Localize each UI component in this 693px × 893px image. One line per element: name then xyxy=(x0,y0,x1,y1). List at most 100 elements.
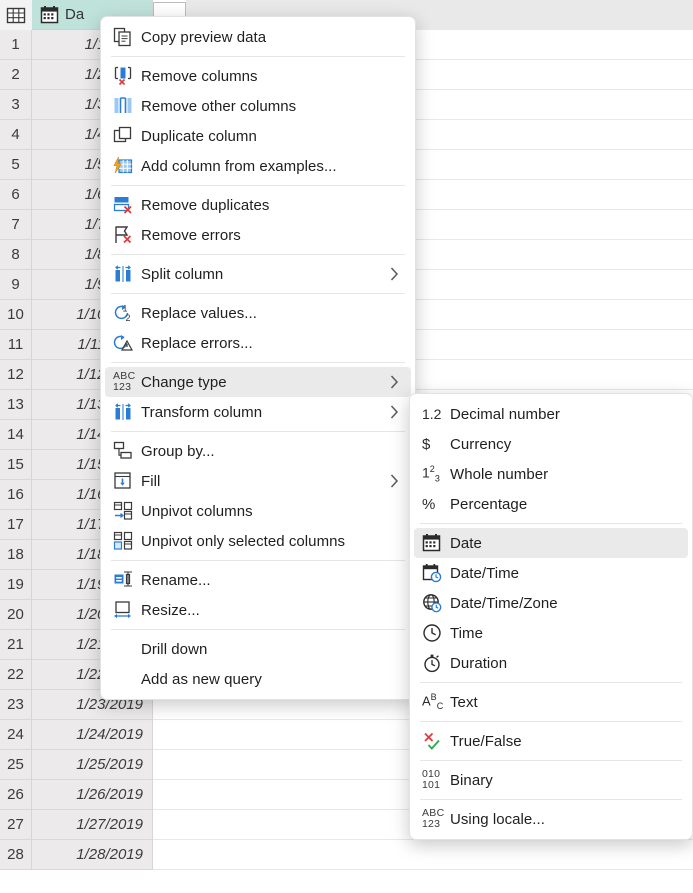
table-row[interactable]: 281/28/2019 xyxy=(0,840,693,870)
menu-item-label: Duplicate column xyxy=(141,128,257,145)
type-item-time[interactable]: Time xyxy=(414,618,688,648)
menu-item-change-type[interactable]: ABC123Change type xyxy=(105,367,411,397)
menu-item-remove-duplicates[interactable]: Remove duplicates xyxy=(105,190,411,220)
group-by-icon xyxy=(113,440,141,462)
row-number: 16 xyxy=(0,480,32,510)
menu-separator xyxy=(111,254,405,255)
row-number: 25 xyxy=(0,750,32,780)
remove-other-columns-icon xyxy=(113,95,141,117)
cell-date[interactable]: 1/25/2019 xyxy=(32,750,153,780)
type-item-date-time[interactable]: Date/Time xyxy=(414,558,688,588)
type-item-true-false[interactable]: True/False xyxy=(414,726,688,756)
menu-item-label: Decimal number xyxy=(450,406,560,423)
text-abc-icon: ABC xyxy=(422,691,450,713)
svg-text:2: 2 xyxy=(126,313,131,323)
cell-date[interactable]: 1/24/2019 xyxy=(32,720,153,750)
type-item-date-time-zone[interactable]: Date/Time/Zone xyxy=(414,588,688,618)
menu-item-unpivot-only-selected-columns[interactable]: Unpivot only selected columns xyxy=(105,526,411,556)
menu-item-remove-other-columns[interactable]: Remove other columns xyxy=(105,91,411,121)
menu-item-label: Whole number xyxy=(450,466,548,483)
type-item-date[interactable]: Date xyxy=(414,528,688,558)
date-time-zone-icon xyxy=(422,592,450,614)
menu-separator xyxy=(420,721,682,722)
menu-item-label: Remove columns xyxy=(141,68,258,85)
rename-icon xyxy=(113,569,141,591)
menu-item-label: Split column xyxy=(141,266,223,283)
resize-icon xyxy=(113,599,141,621)
menu-item-label: Text xyxy=(450,694,478,711)
cell-date[interactable]: 1/27/2019 xyxy=(32,810,153,840)
currency-icon: $ xyxy=(422,433,450,455)
true-false-icon xyxy=(422,730,450,752)
menu-separator xyxy=(111,185,405,186)
menu-item-transform-column[interactable]: Transform column xyxy=(105,397,411,427)
svg-text:1: 1 xyxy=(123,304,128,314)
date-time-icon xyxy=(422,562,450,584)
duplicate-column-icon xyxy=(113,125,141,147)
row-number: 7 xyxy=(0,210,32,240)
menu-item-add-column-from-examples[interactable]: Add column from examples... xyxy=(105,151,411,181)
menu-item-drill-down[interactable]: Drill down xyxy=(105,634,411,664)
duration-icon xyxy=(422,652,450,674)
menu-item-resize[interactable]: Resize... xyxy=(105,595,411,625)
menu-item-unpivot-columns[interactable]: Unpivot columns xyxy=(105,496,411,526)
menu-item-remove-errors[interactable]: Remove errors xyxy=(105,220,411,250)
type-item-whole-number[interactable]: 123Whole number xyxy=(414,459,688,489)
menu-item-label: Currency xyxy=(450,436,511,453)
row-number: 15 xyxy=(0,450,32,480)
row-number: 11 xyxy=(0,330,32,360)
menu-separator xyxy=(420,682,682,683)
row-number: 1 xyxy=(0,30,32,60)
row-number: 12 xyxy=(0,360,32,390)
type-item-duration[interactable]: Duration xyxy=(414,648,688,678)
menu-item-copy-preview-data[interactable]: Copy preview data xyxy=(105,22,411,52)
replace-values-icon: 12 xyxy=(113,302,141,324)
menu-item-replace-values[interactable]: 12Replace values... xyxy=(105,298,411,328)
menu-item-fill[interactable]: Fill xyxy=(105,466,411,496)
type-item-percentage[interactable]: %Percentage xyxy=(414,489,688,519)
menu-separator xyxy=(420,799,682,800)
split-column-icon xyxy=(113,263,141,285)
menu-item-label: Resize... xyxy=(141,602,200,619)
menu-item-label: Copy preview data xyxy=(141,29,266,46)
row-number: 10 xyxy=(0,300,32,330)
menu-item-duplicate-column[interactable]: Duplicate column xyxy=(105,121,411,151)
menu-separator xyxy=(420,523,682,524)
menu-item-label: Date/Time/Zone xyxy=(450,595,558,612)
type-item-text[interactable]: ABCText xyxy=(414,687,688,717)
fill-icon xyxy=(113,470,141,492)
row-number: 18 xyxy=(0,540,32,570)
menu-item-remove-columns[interactable]: Remove columns xyxy=(105,61,411,91)
calendar-icon xyxy=(40,5,59,24)
row-number: 8 xyxy=(0,240,32,270)
menu-item-rename[interactable]: Rename... xyxy=(105,565,411,595)
row-number: 2 xyxy=(0,60,32,90)
abc123-icon: ABC123 xyxy=(113,371,141,393)
menu-item-label: Rename... xyxy=(141,572,211,589)
decimal-number-icon: 1.2 xyxy=(422,403,450,425)
cell-date[interactable]: 1/28/2019 xyxy=(32,840,153,870)
row-number: 4 xyxy=(0,120,32,150)
type-item-currency[interactable]: $Currency xyxy=(414,429,688,459)
remove-columns-icon xyxy=(113,65,141,87)
menu-item-split-column[interactable]: Split column xyxy=(105,259,411,289)
type-item-decimal-number[interactable]: 1.2Decimal number xyxy=(414,399,688,429)
menu-item-label: Fill xyxy=(141,473,160,490)
menu-separator xyxy=(111,629,405,630)
column-context-menu[interactable]: Copy preview data Remove columns Remove ot… xyxy=(100,16,416,700)
type-item-binary[interactable]: 010101Binary xyxy=(414,765,688,795)
row-number: 21 xyxy=(0,630,32,660)
type-item-using-locale[interactable]: ABC123Using locale... xyxy=(414,804,688,834)
percentage-icon: % xyxy=(422,493,450,515)
menu-item-replace-errors[interactable]: Replace errors... xyxy=(105,328,411,358)
menu-item-group-by[interactable]: Group by... xyxy=(105,436,411,466)
row-number: 9 xyxy=(0,270,32,300)
change-type-submenu[interactable]: 1.2Decimal number$Currency123Whole numbe… xyxy=(409,393,693,840)
menu-item-label: Change type xyxy=(141,374,227,391)
row-number: 3 xyxy=(0,90,32,120)
row-number: 17 xyxy=(0,510,32,540)
table-icon[interactable] xyxy=(0,0,33,31)
cell-date[interactable]: 1/26/2019 xyxy=(32,780,153,810)
menu-item-add-as-new-query[interactable]: Add as new query xyxy=(105,664,411,694)
chevron-right-icon xyxy=(390,474,399,488)
